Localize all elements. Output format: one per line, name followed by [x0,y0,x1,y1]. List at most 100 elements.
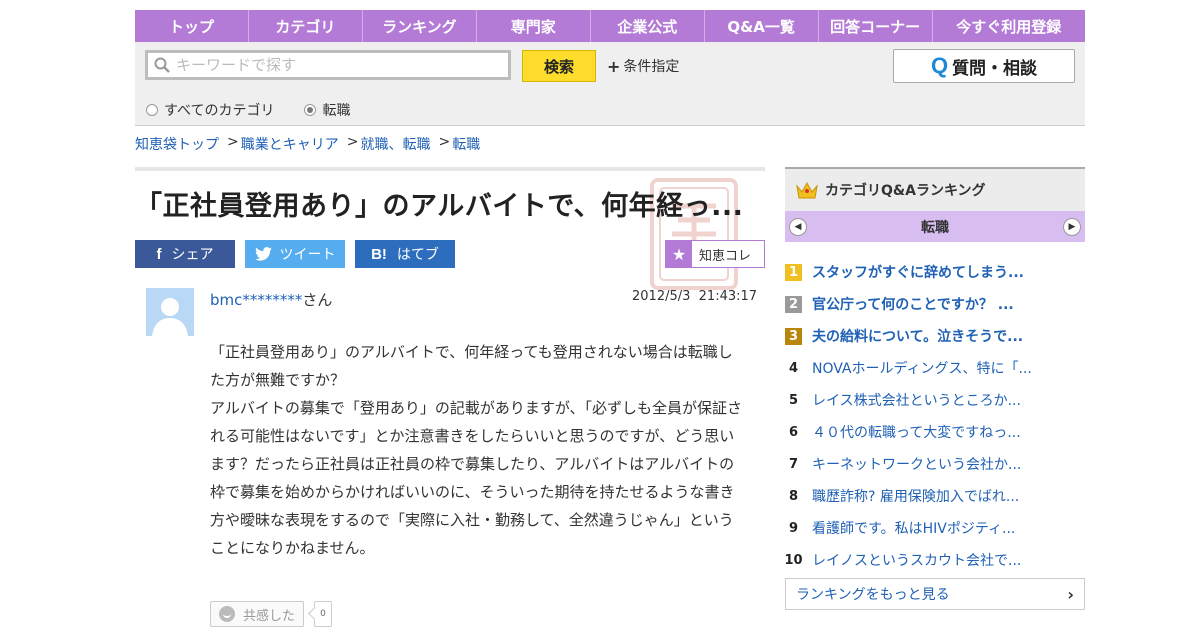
header: トップ カテゴリ ランキング 専門家 企業公式 Q&A一覧 回答コーナー 今すぐ… [135,10,1085,126]
empathy-button[interactable]: 共感した [210,601,304,627]
nav-official[interactable]: 企業公式 [591,10,705,42]
rank-number: 5 [788,392,799,408]
plus-icon: + [607,56,621,76]
breadcrumb-separator: > [346,134,359,150]
ranking-item[interactable]: 8 職歴詐称? 雇用保険加入でばれ... [785,480,1085,512]
nav-top[interactable]: トップ [135,10,249,42]
scope-all-radio[interactable] [146,104,158,116]
post-time: 21:43:17 [698,289,758,304]
ranking-item-link[interactable]: 職歴詐称? 雇用保険加入でばれ... [812,486,1019,506]
ranking-item-link[interactable]: レイノスというスカウト会社で... [812,550,1021,570]
rank-number: 4 [788,360,799,376]
facebook-icon: f [156,245,162,263]
content-divider [135,167,765,171]
rank-number: 9 [788,520,799,536]
next-category-icon[interactable]: ▶ [1063,217,1081,236]
facebook-share-button[interactable]: f シェア [135,240,235,268]
ask-question-label: 質問・相談 [952,58,1038,79]
search-scope: すべてのカテゴリ 転職 [146,100,350,120]
search-button[interactable]: 検索 [522,50,596,82]
smile-icon [218,606,235,622]
question-title: 「正社員登用あり」のアルバイトで、何年経っ... [135,191,744,222]
chiekore-label: 知恵コレ [699,248,752,264]
breadcrumb-separator: > [438,134,451,150]
breadcrumb-job-hunting[interactable]: 就職、転職 [360,134,430,154]
breadcrumb-job-change[interactable]: 転職 [452,134,480,154]
ranking-item-link[interactable]: 看護師です。私はHIVポジティ... [812,518,1015,538]
ranking-item-link[interactable]: キーネットワークという会社か... [812,454,1021,474]
ask-question-button[interactable]: Q 質問・相談 [893,49,1075,83]
nav-register[interactable]: 今すぐ利用登録 [933,10,1085,42]
ranking-list: 1 スタッフがすぐに辞めてしまう... 2 官公庁って何のことですか？ ... 3 夫の給… [784,256,1085,576]
rank-number: 8 [788,488,799,504]
ranking-item[interactable]: 3 夫の給料について。泣きそうで... [785,320,1085,352]
ranking-header: カテゴリQ&Aランキング [785,167,1085,211]
hatena-icon: B! [371,245,387,263]
author-link[interactable]: bmc******** [210,291,302,309]
avatar[interactable] [146,288,194,336]
rank-number: 7 [788,456,799,472]
empathy-count: 0 [314,601,332,627]
ranking-item[interactable]: 4 NOVAホールディングス、特に「... [785,352,1085,384]
ranking-category-bar: ◀ 転職 ▶ [785,211,1085,242]
ranking-item[interactable]: 7 キーネットワークという会社か... [785,448,1085,480]
ranking-item-link[interactable]: 夫の給料について。泣きそうで... [812,326,1023,346]
conditions-label: 条件指定 [623,59,680,75]
crown-icon [796,181,818,199]
ranking-item-link[interactable]: スタッフがすぐに辞めてしまう... [812,262,1024,282]
ranking-item[interactable]: 2 官公庁って何のことですか？ ... [785,288,1085,320]
rank-number: 6 [788,424,799,440]
more-ranking-link[interactable]: ランキングをもっと見る › [785,578,1085,610]
nav-qa-list[interactable]: Q&A一覧 [705,10,819,42]
ranking-title: カテゴリQ&Aランキング [825,183,986,199]
empathy-reaction: 共感した 0 [210,601,332,627]
ranking-item[interactable]: 10 レイノスというスカウト会社で... [784,544,1085,576]
nav-experts[interactable]: 専門家 [477,10,591,42]
post-timestamp: 2012/5/3 21:43:17 [632,289,757,304]
rank-number: 1 [785,263,802,281]
nav-category[interactable]: カテゴリ [249,10,363,42]
scope-all-label: すべてのカテゴリ [164,103,275,119]
scope-current-radio[interactable] [304,104,317,116]
ranking-item-link[interactable]: NOVAホールディングス、特に「... [812,358,1032,378]
more-ranking-label: ランキングをもっと見る [796,587,950,603]
ranking-item-link[interactable]: 官公庁って何のことですか？ ... [812,294,1014,314]
ranking-item[interactable]: 5 レイス株式会社というところか... [785,384,1085,416]
ranking-item-link[interactable]: レイス株式会社というところか... [812,390,1021,410]
hatena-bookmark-button[interactable]: B! はてブ [355,240,455,268]
prev-category-icon[interactable]: ◀ [789,217,807,236]
hatena-label: はてブ [396,247,439,263]
conditions-toggle[interactable]: + 条件指定 [607,56,679,76]
top-nav: トップ カテゴリ ランキング 専門家 企業公式 Q&A一覧 回答コーナー 今すぐ… [135,10,1085,42]
share-buttons: f シェア ツイート B! はてブ [135,240,465,268]
ranking-item-link[interactable]: ４０代の転職って大変ですねっ... [812,422,1021,442]
twitter-share-label: ツイート [279,247,336,263]
search-input[interactable] [174,55,498,75]
ranking-item[interactable]: 9 看護師です。私はHIVポジティ... [785,512,1085,544]
ranking-item[interactable]: 1 スタッフがすぐに辞めてしまう... [785,256,1085,288]
category-ranking-sidebar: カテゴリQ&Aランキング ◀ 転職 ▶ 1 スタッフがすぐに辞めてしまう... 2 官… [784,167,1085,610]
nav-answer-corner[interactable]: 回答コーナー [819,10,933,42]
breadcrumb: 知恵袋トップ > 職業とキャリア > 就職、転職 > 転職 [135,134,480,154]
chiekore-button[interactable]: ★ 知恵コレ [665,240,765,268]
rank-number: 10 [784,552,803,568]
twitter-share-button[interactable]: ツイート [245,240,345,268]
search-icon [154,57,170,73]
star-icon: ★ [666,241,692,267]
breadcrumb-separator: > [227,134,239,150]
q-icon: Q [930,53,949,78]
nav-ranking[interactable]: ランキング [363,10,477,42]
facebook-share-label: シェア [171,247,214,263]
search-box [145,50,511,80]
ranking-category-label: 転職 [921,219,949,236]
question-author: bmc********さん [210,289,332,310]
breadcrumb-top[interactable]: 知恵袋トップ [135,134,219,154]
question-body-line: アルバイトの募集で「登用あり」の記載がありますが、「必ずしも全員が保証される可能… [210,399,743,557]
scope-current-label: 転職 [322,103,351,119]
ranking-item[interactable]: 6 ４０代の転職って大変ですねっ... [785,416,1085,448]
breadcrumb-career[interactable]: 職業とキャリア [241,134,339,154]
empathy-label: 共感した [242,608,295,624]
rank-number: 3 [785,327,802,345]
default-user-icon [146,288,194,336]
twitter-bird-icon [254,247,272,261]
